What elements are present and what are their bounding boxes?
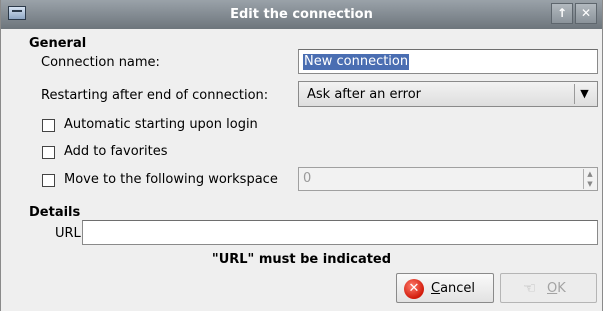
auto-start-label[interactable]: Automatic starting upon login: [64, 117, 258, 132]
close-button[interactable]: ✕: [575, 3, 597, 24]
validation-message: "URL" must be indicated: [211, 252, 392, 267]
title-bar[interactable]: Edit the connection ↑ ✕: [1, 0, 602, 29]
url-label: URL:: [55, 226, 86, 241]
general-heading: General: [29, 36, 87, 51]
details-heading: Details: [29, 205, 81, 220]
connection-name-label: Connection name:: [41, 55, 160, 70]
workspace-label[interactable]: Move to the following workspace: [64, 172, 278, 187]
cancel-icon: ✕: [404, 279, 424, 299]
restart-selected-value: Ask after an error: [307, 87, 422, 102]
arrow-up-icon: ↑: [556, 6, 568, 20]
workspace-checkbox[interactable]: [42, 174, 55, 187]
ok-hand-icon: ☜: [523, 279, 537, 297]
close-icon: ✕: [580, 6, 592, 20]
maximize-button[interactable]: ↑: [551, 3, 573, 24]
favorites-checkbox[interactable]: [42, 146, 55, 159]
workspace-spinbox[interactable]: 0 ▲ ▼: [298, 167, 598, 191]
connection-name-value: New connection: [303, 54, 410, 70]
window-title: Edit the connection: [230, 7, 373, 22]
spin-arrows-icon[interactable]: ▲ ▼: [583, 169, 596, 189]
restart-dropdown[interactable]: Ask after an error ▼: [298, 81, 598, 107]
cancel-label: Cancel: [431, 281, 476, 296]
connection-name-input[interactable]: New connection: [298, 49, 598, 74]
url-input[interactable]: [82, 220, 598, 245]
ok-label: OK: [547, 281, 566, 296]
favorites-label[interactable]: Add to favorites: [64, 144, 168, 159]
edit-connection-dialog: Edit the connection ↑ ✕ General Connecti…: [0, 0, 603, 311]
workspace-value: 0: [303, 171, 312, 186]
chevron-down-icon: ▼: [574, 84, 594, 104]
ok-button[interactable]: ☜ OK: [500, 273, 597, 303]
auto-start-checkbox[interactable]: [42, 119, 55, 132]
restart-label: Restarting after end of connection:: [41, 88, 269, 103]
cancel-button[interactable]: ✕ Cancel: [396, 273, 494, 303]
